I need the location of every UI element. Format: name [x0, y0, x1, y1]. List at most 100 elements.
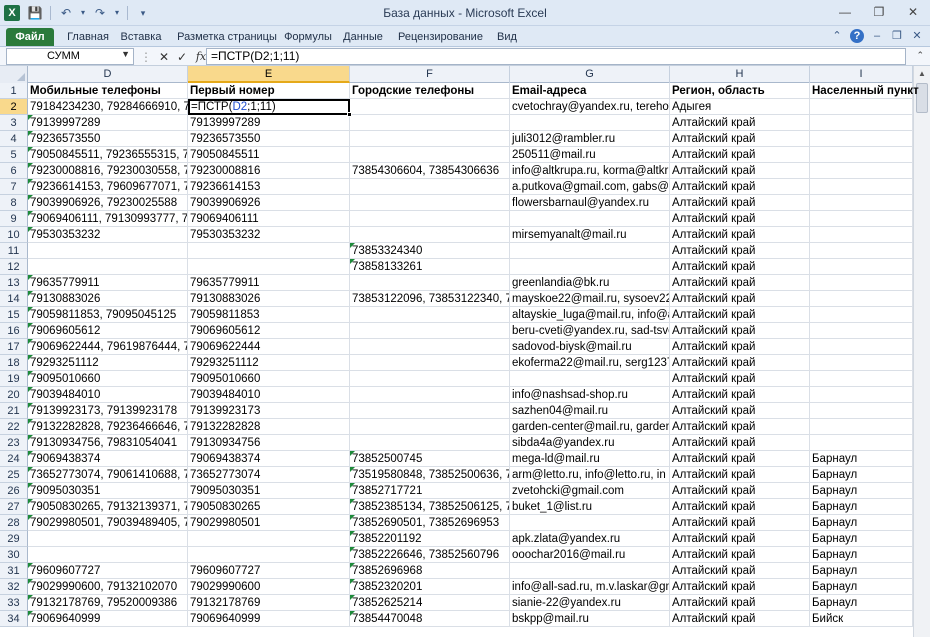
cell-d28[interactable]: 79029980501, 79039489405, 79061 — [28, 515, 188, 531]
cell-h18[interactable]: Алтайский край — [670, 355, 810, 371]
cell-d25[interactable]: 73652773074, 79061410688, 79061 — [28, 467, 188, 483]
row-header[interactable]: 5 — [0, 147, 28, 163]
cell-f13[interactable] — [350, 275, 510, 291]
cell-g14[interactable]: mayskoe22@mail.ru, sysoev22@ — [510, 291, 670, 307]
cell-e32[interactable]: 79029990600 — [188, 579, 350, 595]
row-header[interactable]: 15 — [0, 307, 28, 323]
cell-g2[interactable]: cvetochray@yandex.ru, terehova — [510, 99, 670, 115]
cell-h4[interactable]: Алтайский край — [670, 131, 810, 147]
row-header[interactable]: 29 — [0, 531, 28, 547]
cell-f26[interactable]: 73852717721 — [350, 483, 510, 499]
cell-h26[interactable]: Алтайский край — [670, 483, 810, 499]
cell-g18[interactable]: ekoferma22@mail.ru, serg12370 — [510, 355, 670, 371]
column-header-e[interactable]: E — [188, 66, 350, 83]
cell-g6[interactable]: info@altkrupa.ru, korma@altkru — [510, 163, 670, 179]
cell-f29[interactable]: 73852201192 — [350, 531, 510, 547]
cell-i23[interactable] — [810, 435, 913, 451]
cell-d30[interactable] — [28, 547, 188, 563]
cell-d1[interactable]: Мобильные телефоны — [28, 83, 188, 99]
cell-d11[interactable] — [28, 243, 188, 259]
cell-h30[interactable]: Алтайский край — [670, 547, 810, 563]
cell-e3[interactable]: 79139997289 — [188, 115, 350, 131]
cell-d33[interactable]: 79132178769, 79520009386 — [28, 595, 188, 611]
cell-g8[interactable]: flowersbarnaul@yandex.ru — [510, 195, 670, 211]
cell-i20[interactable] — [810, 387, 913, 403]
cell-f1[interactable]: Городские телефоны — [350, 83, 510, 99]
cell-d22[interactable]: 79132282828, 79236466646, 79631 — [28, 419, 188, 435]
cell-d20[interactable]: 79039484010 — [28, 387, 188, 403]
row-header[interactable]: 7 — [0, 179, 28, 195]
cell-f33[interactable]: 73852625214 — [350, 595, 510, 611]
cell-f5[interactable] — [350, 147, 510, 163]
row-header[interactable]: 33 — [0, 595, 28, 611]
cell-i11[interactable] — [810, 243, 913, 259]
cell-g22[interactable]: garden-center@mail.ru, garden — [510, 419, 670, 435]
row-header[interactable]: 19 — [0, 371, 28, 387]
cell-f21[interactable] — [350, 403, 510, 419]
cell-i19[interactable] — [810, 371, 913, 387]
worksheet-grid[interactable]: D E F G H I 1 Мобильные телефоны Первый но… — [0, 66, 930, 637]
cell-g25[interactable]: arm@letto.ru, info@letto.ru, in — [510, 467, 670, 483]
cell-i3[interactable] — [810, 115, 913, 131]
tab-insert[interactable]: Вставка — [116, 28, 166, 46]
cell-e28[interactable]: 79029980501 — [188, 515, 350, 531]
cell-f14[interactable]: 73853122096, 73853122340, 7385 — [350, 291, 510, 307]
cell-d13[interactable]: 79635779911 — [28, 275, 188, 291]
cell-g28[interactable] — [510, 515, 670, 531]
tab-home[interactable]: Главная — [62, 28, 114, 46]
cell-i24[interactable]: Барнаул — [810, 451, 913, 467]
cell-i27[interactable]: Барнаул — [810, 499, 913, 515]
cell-g11[interactable] — [510, 243, 670, 259]
cell-e14[interactable]: 79130883026 — [188, 291, 350, 307]
cell-g3[interactable] — [510, 115, 670, 131]
row-header[interactable]: 9 — [0, 211, 28, 227]
cell-f34[interactable]: 73854470048 — [350, 611, 510, 627]
cell-d4[interactable]: 79236573550 — [28, 131, 188, 147]
cell-e4[interactable]: 79236573550 — [188, 131, 350, 147]
minimize-button[interactable]: — — [828, 0, 862, 24]
cell-i14[interactable] — [810, 291, 913, 307]
cell-i34[interactable]: Бийск — [810, 611, 913, 627]
cell-h19[interactable]: Алтайский край — [670, 371, 810, 387]
cell-h12[interactable]: Алтайский край — [670, 259, 810, 275]
cell-i18[interactable] — [810, 355, 913, 371]
restore-button[interactable]: ❐ — [862, 0, 896, 24]
row-header[interactable]: 16 — [0, 323, 28, 339]
cell-e18[interactable]: 79293251112 — [188, 355, 350, 371]
formula-input[interactable]: =ПСТР(D2;1;11) — [206, 48, 906, 65]
cell-g27[interactable]: buket_1@list.ru — [510, 499, 670, 515]
cell-f17[interactable] — [350, 339, 510, 355]
cell-g16[interactable]: beru-cveti@yandex.ru, sad-tsve — [510, 323, 670, 339]
cell-h3[interactable]: Алтайский край — [670, 115, 810, 131]
cell-f19[interactable] — [350, 371, 510, 387]
workbook-minimize-icon[interactable]: – — [870, 29, 884, 43]
cell-h27[interactable]: Алтайский край — [670, 499, 810, 515]
cell-h23[interactable]: Алтайский край — [670, 435, 810, 451]
cell-g4[interactable]: juli3012@rambler.ru — [510, 131, 670, 147]
enter-formula-icon[interactable]: ✓ — [176, 50, 188, 64]
cell-d19[interactable]: 79095010660 — [28, 371, 188, 387]
cell-f15[interactable] — [350, 307, 510, 323]
cell-i16[interactable] — [810, 323, 913, 339]
cell-h8[interactable]: Алтайский край — [670, 195, 810, 211]
cell-i30[interactable]: Барнаул — [810, 547, 913, 563]
cell-h14[interactable]: Алтайский край — [670, 291, 810, 307]
row-header[interactable]: 2 — [0, 99, 28, 115]
row-header[interactable]: 28 — [0, 515, 28, 531]
cell-d14[interactable]: 79130883026 — [28, 291, 188, 307]
cell-e8[interactable]: 79039906926 — [188, 195, 350, 211]
cell-i28[interactable]: Барнаул — [810, 515, 913, 531]
cell-d5[interactable]: 79050845511, 79236555315, 79631 — [28, 147, 188, 163]
scroll-up-icon[interactable]: ▲ — [914, 66, 930, 82]
cell-i1[interactable]: Населенный пункт — [810, 83, 919, 99]
cell-f7[interactable] — [350, 179, 510, 195]
cell-e7[interactable]: 79236614153 — [188, 179, 350, 195]
cell-f10[interactable] — [350, 227, 510, 243]
cell-h7[interactable]: Алтайский край — [670, 179, 810, 195]
name-box[interactable]: СУММ ▼ — [6, 48, 134, 65]
cell-d26[interactable]: 79095030351 — [28, 483, 188, 499]
cell-g30[interactable]: ooochar2016@mail.ru — [510, 547, 670, 563]
cell-e6[interactable]: 79230008816 — [188, 163, 350, 179]
cell-i4[interactable] — [810, 131, 913, 147]
cell-g21[interactable]: sazhen04@mail.ru — [510, 403, 670, 419]
